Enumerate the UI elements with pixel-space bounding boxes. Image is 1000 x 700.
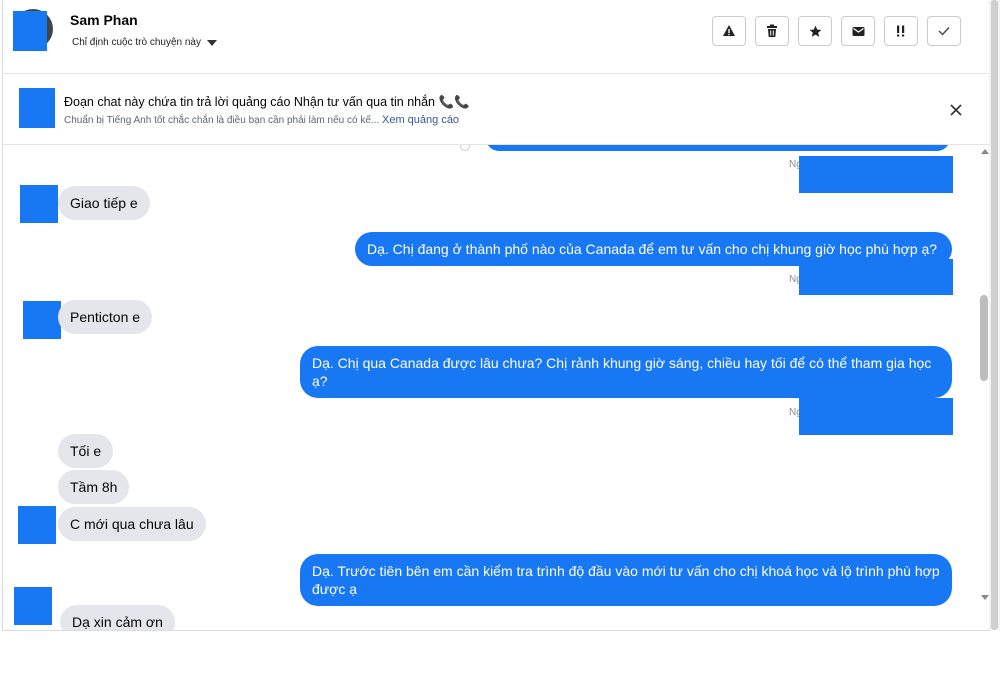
ad-notice-title: Đoạn chat này chứa tin trả lời quảng cáo…	[64, 95, 470, 109]
close-icon[interactable]	[948, 102, 964, 118]
chevron-down-icon	[206, 39, 217, 46]
redacted-status	[799, 398, 953, 435]
message-bubble-outgoing	[486, 145, 950, 151]
conversation-panel: Sam Phan Chỉ định cuộc trò chuyện này Đo…	[2, 0, 990, 631]
message-bubble-incoming: Tầm 8h	[58, 470, 130, 504]
redacted-avatar	[13, 11, 47, 51]
spam-icon	[897, 25, 905, 37]
redacted-avatar	[20, 185, 58, 223]
mark-unread-button[interactable]	[841, 16, 875, 46]
view-ad-link[interactable]: Xem quảng cáo	[382, 114, 459, 126]
assign-label: Chỉ định cuộc trò chuyện này	[72, 37, 201, 48]
trash-icon	[767, 24, 777, 37]
message-bubble-incoming: Dạ xin cảm ơn	[60, 605, 175, 630]
delete-button[interactable]	[755, 16, 789, 46]
star-button[interactable]	[798, 16, 832, 46]
message-bubble-incoming: C mới qua chưa lâu	[58, 507, 206, 541]
spam-button[interactable]	[884, 16, 918, 46]
redacted-avatar	[23, 301, 61, 339]
page-scrollbar-thumb[interactable]	[991, 0, 998, 630]
redacted-status	[799, 259, 953, 295]
page-scrollbar[interactable]	[989, 0, 1000, 630]
assign-dropdown[interactable]: Chỉ định cuộc trò chuyện này	[72, 37, 217, 48]
ad-notice-subtitle: Chuẩn bị Tiếng Anh tốt chắc chắn là điều…	[64, 114, 459, 126]
scroll-down-icon[interactable]	[981, 595, 989, 600]
envelope-icon	[852, 26, 864, 36]
mark-done-button[interactable]	[927, 16, 961, 46]
header-toolbar	[712, 16, 961, 46]
message-bubble-incoming: Tối e	[58, 434, 114, 468]
message-bubble-incoming: Giao tiếp e	[58, 186, 150, 220]
check-icon	[938, 27, 950, 36]
scrollbar-thumb[interactable]	[980, 295, 988, 381]
message-bubble-outgoing: Dạ. Chị qua Canada được lâu chưa? Chị rả…	[300, 346, 952, 398]
contact-name[interactable]: Sam Phan	[70, 12, 138, 28]
message-bubble-outgoing: Dạ. Trước tiên bên em cần kiểm tra trình…	[300, 554, 952, 606]
redacted-avatar	[18, 506, 56, 544]
warning-icon	[723, 25, 735, 36]
report-button[interactable]	[712, 16, 746, 46]
message-list: Ng Giao tiếp e Dạ. Chị đang ở thành phố …	[3, 145, 989, 630]
redacted-avatar	[14, 587, 52, 625]
seen-indicator	[460, 145, 470, 151]
redacted-ad-thumbnail	[19, 88, 55, 128]
message-list-scrollbar[interactable]	[977, 145, 989, 610]
ad-reply-notice: Đoạn chat này chứa tin trả lời quảng cáo…	[3, 74, 989, 145]
redacted-status	[799, 156, 953, 193]
conversation-header: Sam Phan Chỉ định cuộc trò chuyện này	[3, 0, 989, 74]
star-icon	[809, 25, 821, 37]
ad-notice-text: Chuẩn bị Tiếng Anh tốt chắc chắn là điều…	[64, 115, 380, 126]
scroll-up-icon[interactable]	[981, 149, 989, 154]
message-bubble-incoming: Penticton e	[58, 300, 153, 334]
